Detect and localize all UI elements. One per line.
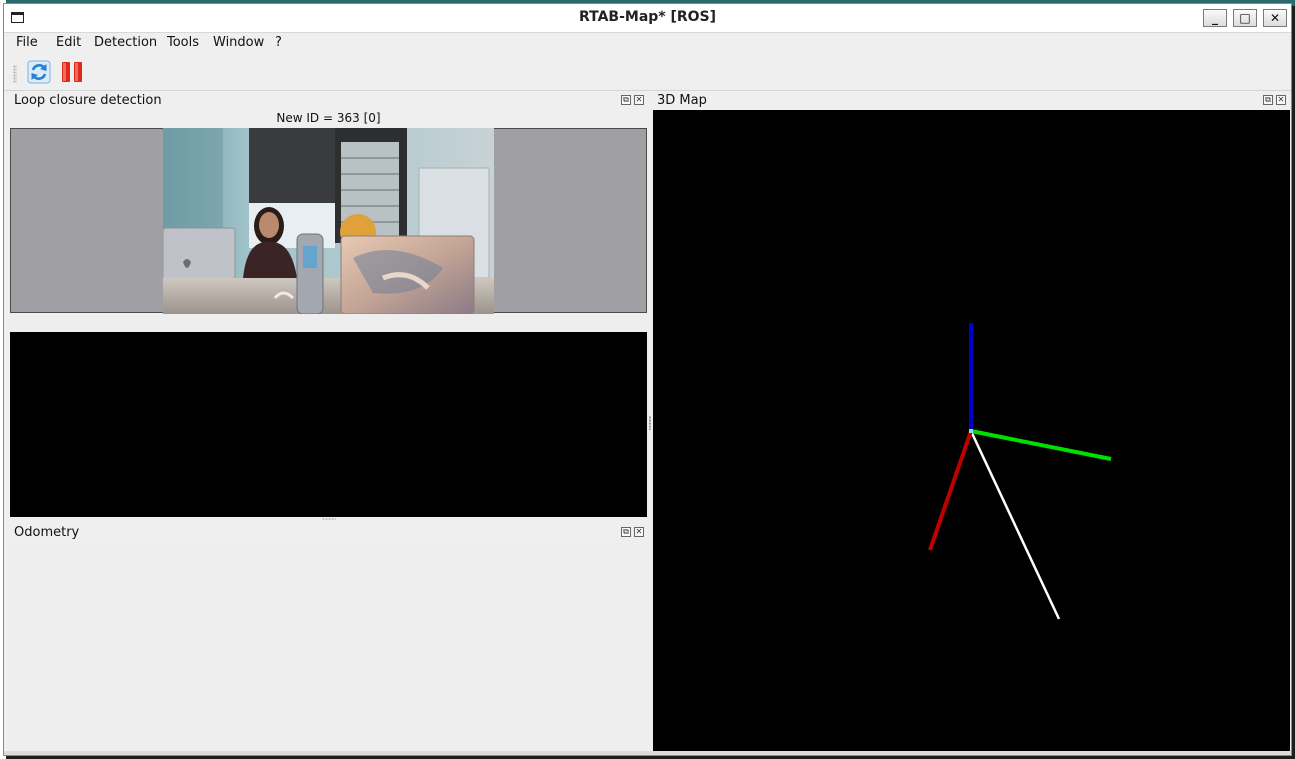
camera-image: [163, 128, 494, 314]
map-dock-float-button[interactable]: ⧉: [1263, 95, 1273, 105]
origin-marker: [969, 429, 973, 433]
odometry-view: [10, 542, 647, 751]
app-window: RTAB-Map* [ROS] _ □ ✕ File Edit Detectio…: [3, 3, 1292, 756]
loop-closure-spacer: [10, 314, 647, 332]
trajectory-line: [969, 430, 1061, 620]
map3d-view[interactable]: [653, 110, 1290, 751]
odometry-dock-close-button[interactable]: ✕: [634, 527, 644, 537]
menu-bar: File Edit Detection Tools Window ?: [4, 32, 1291, 54]
loop-dock-close-button[interactable]: ✕: [634, 95, 644, 105]
menu-edit[interactable]: Edit: [56, 35, 81, 50]
odometry-dock-float-button[interactable]: ⧉: [621, 527, 631, 537]
toolbar: [4, 54, 1291, 91]
status-bar: [4, 751, 1291, 755]
toolbar-grip[interactable]: [13, 65, 17, 83]
title-bar[interactable]: RTAB-Map* [ROS] _ □ ✕: [4, 4, 1291, 33]
loop-dock-float-button[interactable]: ⧉: [621, 95, 631, 105]
y-axis: [970, 429, 1112, 461]
x-axis: [928, 430, 973, 551]
pause-icon[interactable]: [60, 60, 84, 84]
menu-file[interactable]: File: [16, 35, 38, 50]
loop-closure-match-view: [10, 332, 647, 517]
vertical-splitter-handle[interactable]: [649, 416, 651, 430]
menu-detection[interactable]: Detection: [94, 35, 157, 50]
menu-window[interactable]: Window: [213, 35, 264, 50]
minimize-button[interactable]: _: [1203, 9, 1227, 27]
map-dock-close-button[interactable]: ✕: [1276, 95, 1286, 105]
menu-tools[interactable]: Tools: [167, 35, 199, 50]
window-title: RTAB-Map* [ROS]: [578, 9, 717, 25]
close-button[interactable]: ✕: [1263, 9, 1287, 27]
maximize-button[interactable]: □: [1233, 9, 1257, 27]
splitter-handle[interactable]: [322, 518, 336, 520]
new-id-label: New ID = 363 [0]: [276, 111, 381, 125]
map3d-title: 3D Map: [657, 93, 707, 108]
odometry-title: Odometry: [14, 525, 80, 540]
menu-help[interactable]: ?: [275, 35, 282, 50]
refresh-icon[interactable]: [27, 60, 51, 84]
loop-closure-title: Loop closure detection: [14, 93, 162, 108]
